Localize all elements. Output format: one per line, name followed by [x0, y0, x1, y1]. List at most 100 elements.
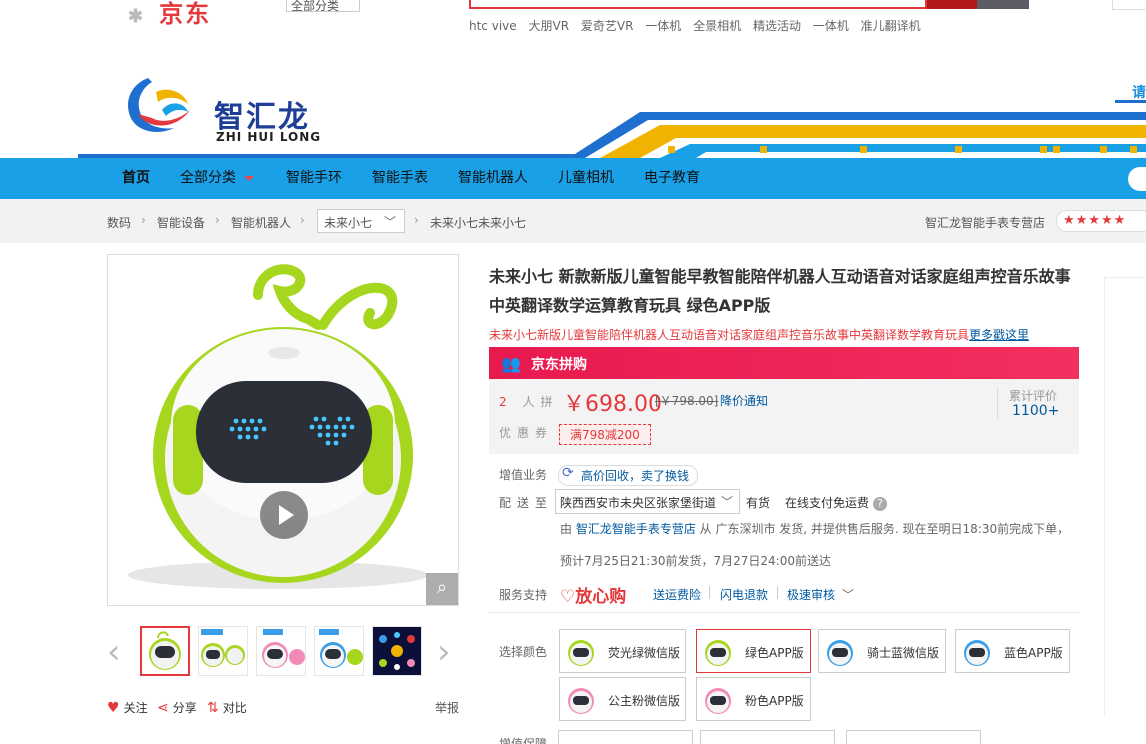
- hotword-link[interactable]: 大朋VR: [528, 19, 569, 33]
- coupon-badge[interactable]: 满798减200: [559, 424, 651, 445]
- divider: [709, 586, 710, 599]
- color-option-label: 荧光绿微信版: [608, 646, 681, 660]
- breadcrumb-item[interactable]: 智能设备: [157, 214, 205, 231]
- guarantee-option[interactable]: [558, 730, 693, 744]
- delivery-label: 配送至: [499, 496, 554, 510]
- thumbnail-image[interactable]: [140, 626, 190, 676]
- pay-note: 在线支付免运费?: [785, 494, 888, 511]
- thumbnail-image[interactable]: [198, 626, 248, 676]
- hotword-link[interactable]: htc vive: [469, 19, 517, 33]
- ship-store-link[interactable]: 智汇龙智能手表专营店: [576, 522, 696, 536]
- heart-icon: ♥: [107, 700, 120, 716]
- search-category-select[interactable]: 全部分类: [286, 0, 360, 13]
- breadcrumb-current: 未来小七未来小七: [430, 216, 527, 230]
- chevron-right-icon: ›: [300, 213, 305, 227]
- tradein-label: 高价回收，卖了换钱: [581, 469, 690, 483]
- delivery-eta: 预计7月25日21:30前发货，7月27日24:00前送达: [560, 554, 831, 568]
- nav-search-input[interactable]: [1128, 167, 1146, 191]
- divider: [777, 586, 778, 599]
- more-link[interactable]: 更多戳这里: [969, 328, 1029, 342]
- share-label: 分享: [172, 701, 197, 715]
- hotword-link[interactable]: 一体机: [813, 19, 849, 33]
- cart-button[interactable]: [977, 0, 1029, 9]
- hotword-link[interactable]: 准儿翻译机: [861, 19, 921, 33]
- service-link[interactable]: 极速审核: [787, 586, 835, 603]
- price-notify-link[interactable]: 降价通知: [720, 392, 768, 409]
- nav-item-smart-robot[interactable]: 智能机器人: [458, 158, 528, 199]
- top-right-widget[interactable]: [1112, 0, 1146, 10]
- chevron-down-icon: ﹀: [720, 495, 733, 509]
- guarantee-options: [558, 730, 981, 744]
- guarantee-option[interactable]: [846, 730, 981, 744]
- compare-icon: ⇅: [207, 700, 219, 716]
- color-option-thumb: [827, 640, 853, 666]
- search-button[interactable]: [927, 0, 977, 9]
- breadcrumb: 数码 › 智能设备 › 智能机器人 › 未来小七 ﹀ › 未来小七未来小七 智汇龙…: [0, 199, 1146, 243]
- caret-down-icon: [244, 175, 254, 181]
- review-count-link[interactable]: 1100+: [1012, 403, 1059, 419]
- jd-logo[interactable]: ✱ 京东: [128, 0, 211, 29]
- chevron-right-icon: ›: [141, 213, 146, 227]
- zoom-icon[interactable]: ⌕: [426, 573, 458, 605]
- support-label: 服务支持: [499, 588, 548, 602]
- thumbnail-image[interactable]: [314, 626, 364, 676]
- chevron-left-icon[interactable]: ‹: [107, 632, 129, 672]
- color-option[interactable]: 蓝色APP版: [955, 629, 1070, 673]
- play-video-button[interactable]: [260, 491, 308, 539]
- thumbnail-image[interactable]: [256, 626, 306, 676]
- hotword-link[interactable]: 爱奇艺VR: [581, 19, 634, 33]
- pingou-banner: 👥 京东拼购: [489, 347, 1079, 379]
- shop-nav-bar: 首页 全部分类 智能手环 智能手表 智能机器人 儿童相机 电子教育: [0, 158, 1146, 199]
- color-option-thumb: [705, 640, 731, 666]
- nav-item-smart-band[interactable]: 智能手环: [286, 158, 342, 199]
- divider: [997, 387, 998, 419]
- hotwords-list: htc vive 大朋VR 爱奇艺VR 一体机 全景相机 精选活动 一体机 准儿…: [469, 17, 929, 34]
- address-select[interactable]: 陕西西安市未央区张家堡街道 ﹀: [555, 489, 740, 514]
- hotword-link[interactable]: 精选活动: [753, 19, 801, 33]
- nav-item-smart-watch[interactable]: 智能手表: [372, 158, 428, 199]
- report-link[interactable]: 举报: [435, 699, 459, 716]
- color-option-thumb: [705, 688, 731, 714]
- ship-prefix: 由: [560, 522, 576, 536]
- brand-select[interactable]: 未来小七 ﹀: [317, 209, 405, 233]
- service-link[interactable]: 闪电退款: [720, 586, 768, 603]
- nav-item-label: 全部分类: [180, 170, 236, 186]
- follow-button[interactable]: ♥ 关注: [107, 699, 148, 716]
- color-option-label: 绿色APP版: [745, 646, 804, 660]
- service-link[interactable]: 送运费险: [653, 586, 701, 603]
- thumbnail-image[interactable]: [372, 626, 422, 676]
- guarantee-option[interactable]: [700, 730, 835, 744]
- tradein-button[interactable]: ⟳ 高价回收，卖了换钱: [558, 465, 699, 486]
- chevron-right-icon[interactable]: ›: [437, 632, 459, 672]
- breadcrumb-item[interactable]: 智能机器人: [231, 214, 291, 231]
- stock-status: 有货: [746, 496, 771, 510]
- side-recommend-panel: [1104, 277, 1146, 717]
- color-option[interactable]: 粉色APP版: [696, 677, 811, 721]
- chevron-down-icon[interactable]: ﹀: [842, 586, 854, 603]
- heart-shield-icon: ♡: [560, 587, 576, 607]
- nav-item-home[interactable]: 首页: [122, 158, 150, 199]
- nav-item-all-categories[interactable]: 全部分类: [180, 158, 254, 199]
- original-price: [￥798.00]: [655, 394, 719, 408]
- chevron-down-icon: ﹀: [383, 215, 396, 229]
- color-option-selected[interactable]: 绿色APP版: [696, 629, 811, 673]
- search-input[interactable]: [469, 0, 927, 9]
- subtitle-text: 未来小七新版儿童智能陪伴机器人互动语音对话家庭组声控音乐故事中英翻译数学教育玩具: [489, 328, 970, 342]
- product-main-image[interactable]: ⌕: [107, 254, 459, 606]
- color-option[interactable]: 荧光绿微信版: [559, 629, 686, 673]
- share-button[interactable]: ⋖ 分享: [157, 699, 197, 716]
- compare-button[interactable]: ⇅ 对比: [207, 699, 247, 716]
- review-label: 累计评价: [1009, 389, 1058, 403]
- hotword-link[interactable]: 一体机: [645, 19, 681, 33]
- color-option[interactable]: 骑士蓝微信版: [818, 629, 946, 673]
- fangxingou-badge: ♡放心购: [560, 582, 626, 607]
- color-option[interactable]: 公主粉微信版: [559, 677, 686, 721]
- nav-item-kids-camera[interactable]: 儿童相机: [558, 158, 614, 199]
- help-icon[interactable]: ?: [873, 497, 888, 511]
- guarantee-label: 增值保障: [499, 737, 548, 744]
- nav-item-e-education[interactable]: 电子教育: [644, 158, 700, 199]
- color-option-thumb: [568, 640, 594, 666]
- store-name-link[interactable]: 智汇龙智能手表专营店: [925, 214, 1045, 231]
- hotword-link[interactable]: 全景相机: [693, 19, 741, 33]
- breadcrumb-item[interactable]: 数码: [107, 214, 131, 231]
